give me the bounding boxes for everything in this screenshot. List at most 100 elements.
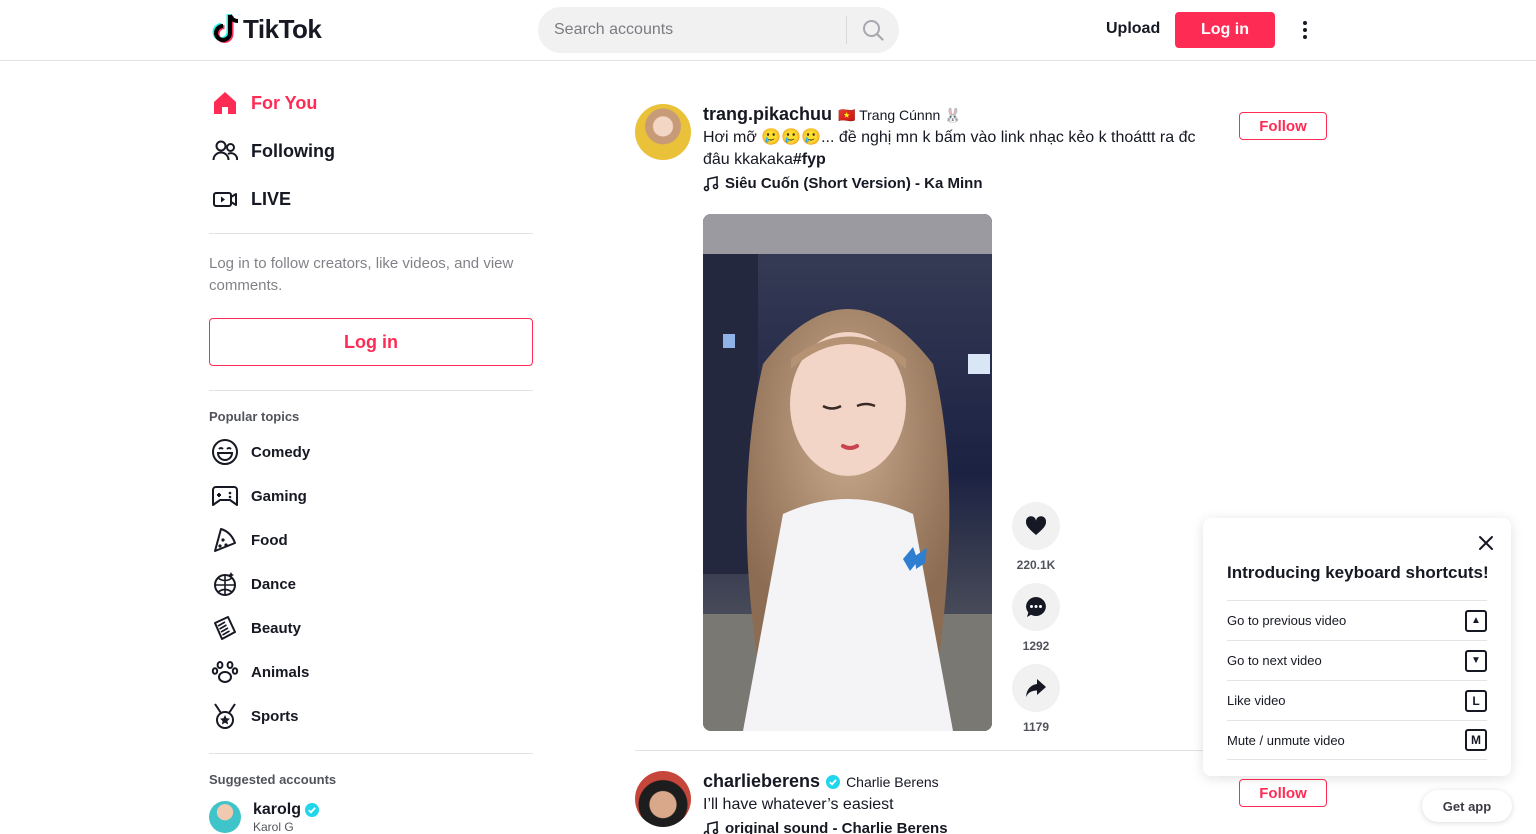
nav-for-you[interactable]: For You [209, 79, 533, 127]
shortcut-row: Go to previous video ▲ [1227, 600, 1487, 640]
verified-icon [305, 803, 320, 817]
avatar[interactable] [635, 104, 691, 160]
animals-icon [211, 661, 239, 683]
heart-icon [1025, 516, 1047, 535]
home-icon [214, 92, 236, 114]
post-caption: I’ll have whatever’s easiest [703, 796, 894, 813]
music-note-icon [703, 820, 719, 834]
music-title: Siêu Cuốn (Short Version) - Ka Minn [725, 175, 983, 192]
nav-label: Following [251, 140, 335, 161]
search-bar [538, 7, 899, 53]
logo-text: TikTok [243, 13, 322, 44]
comment-icon [1026, 597, 1046, 617]
suggested-nickname: Karol G [253, 820, 294, 834]
avatar[interactable] [635, 771, 691, 827]
music-link[interactable]: original sound - Charlie Berens [703, 820, 1223, 834]
comment-action: 1292 [1012, 583, 1060, 653]
shortcut-label: Go to next video [1227, 653, 1322, 668]
topic-comedy[interactable]: Comedy [209, 430, 533, 474]
video-player[interactable] [703, 214, 992, 731]
beauty-icon [214, 616, 236, 640]
caption-text: Hơi mỡ 🥲🥲🥲... đề nghị mn k bấm vào link … [703, 129, 1196, 168]
key-down-icon: ▼ [1465, 649, 1487, 672]
topic-beauty[interactable]: Beauty [209, 606, 533, 650]
like-action: 220.1K [1012, 502, 1060, 572]
close-button[interactable] [1477, 534, 1495, 552]
people-icon [212, 140, 239, 161]
shortcuts-list: Go to previous video ▲ Go to next video … [1227, 600, 1487, 760]
sidebar-divider [209, 390, 533, 391]
shortcut-label: Like video [1227, 693, 1286, 708]
topic-dance[interactable]: Dance [209, 562, 533, 606]
keyboard-shortcuts-panel: Introducing keyboard shortcuts! Go to pr… [1203, 518, 1511, 776]
avatar [209, 801, 241, 833]
topic-sports[interactable]: Sports [209, 694, 533, 738]
suggested-account[interactable]: karolg Karol G [209, 801, 533, 834]
search-icon [863, 20, 884, 41]
music-title: original sound - Charlie Berens [725, 820, 948, 834]
search-button[interactable] [847, 7, 899, 53]
post-body: charlieberens Charlie Berens I’ll have w… [703, 771, 1223, 834]
like-button[interactable] [1012, 502, 1060, 550]
topic-label: Food [251, 531, 288, 549]
hashtag-link[interactable]: #fyp [793, 151, 826, 168]
shortcut-row: Like video L [1227, 680, 1487, 720]
comment-button[interactable] [1012, 583, 1060, 631]
sidebar: For You Following LIVE Log in to follow … [209, 61, 533, 834]
sidebar-divider [209, 753, 533, 754]
more-menu-button[interactable] [1294, 18, 1316, 42]
dance-icon [214, 572, 236, 596]
topic-animals[interactable]: Animals [209, 650, 533, 694]
suggested-username: karolg [253, 801, 302, 818]
tiktok-note-icon [212, 14, 239, 43]
post-body: trang.pikachuu 🇻🇳 Trang Cúnnn 🐰 Hơi mỡ 🥲… [703, 104, 1223, 192]
share-count: 1179 [1022, 720, 1050, 734]
get-app-button[interactable]: Get app [1422, 790, 1512, 822]
vertical-dots-icon [1303, 21, 1307, 39]
login-button[interactable]: Log in [1175, 12, 1275, 48]
follow-button[interactable]: Follow [1239, 779, 1327, 807]
feed-post: charlieberens Charlie Berens I’ll have w… [635, 771, 1327, 834]
author-nickname: 🇻🇳 Trang Cúnnn 🐰 [838, 107, 962, 123]
search-input[interactable] [538, 21, 846, 39]
music-link[interactable]: Siêu Cuốn (Short Version) - Ka Minn [703, 175, 1223, 192]
share-button[interactable] [1012, 664, 1060, 712]
topic-label: Beauty [251, 619, 302, 637]
topic-food[interactable]: Food [209, 518, 533, 562]
topic-gaming[interactable]: Gaming [209, 474, 533, 518]
top-header: TikTok Upload Log in [0, 0, 1536, 61]
key-l-icon: L [1465, 689, 1487, 712]
music-note-icon [703, 175, 719, 191]
video-frame-image [703, 214, 992, 731]
shortcut-label: Go to previous video [1227, 613, 1347, 628]
share-action: 1179 [1012, 664, 1060, 734]
food-icon [214, 528, 236, 552]
nav-label: LIVE [251, 188, 292, 209]
tiktok-logo[interactable]: TikTok [211, 13, 322, 45]
close-icon [1479, 536, 1493, 550]
popular-topics-title: Popular topics [209, 409, 300, 424]
author-username[interactable]: trang.pikachuu [703, 104, 832, 125]
upload-link[interactable]: Upload [1100, 18, 1166, 40]
topic-label: Comedy [251, 443, 311, 461]
author-username[interactable]: charlieberens [703, 771, 820, 792]
sports-icon [214, 703, 236, 729]
nav-live[interactable]: LIVE [209, 175, 533, 223]
topic-label: Dance [251, 575, 297, 593]
video-actions: 220.1K 1292 1179 [1012, 502, 1060, 745]
author-nickname: Charlie Berens [846, 774, 939, 790]
shortcut-row: Mute / unmute video M [1227, 720, 1487, 760]
shortcut-label: Mute / unmute video [1227, 732, 1345, 748]
post-caption: Hơi mỡ 🥲🥲🥲... đề nghị mn k bấm vào link … [703, 127, 1223, 171]
comment-count: 1292 [1022, 639, 1050, 653]
key-m-icon: M [1465, 729, 1487, 751]
gaming-icon [212, 486, 238, 506]
live-icon [213, 192, 237, 207]
verified-icon [826, 774, 841, 789]
like-count: 220.1K [1016, 558, 1056, 572]
follow-button[interactable]: Follow [1239, 112, 1327, 140]
nav-following[interactable]: Following [209, 127, 533, 175]
nav-label: For You [251, 92, 318, 113]
topic-label: Animals [251, 663, 310, 681]
sidebar-login-button[interactable]: Log in [209, 318, 533, 366]
